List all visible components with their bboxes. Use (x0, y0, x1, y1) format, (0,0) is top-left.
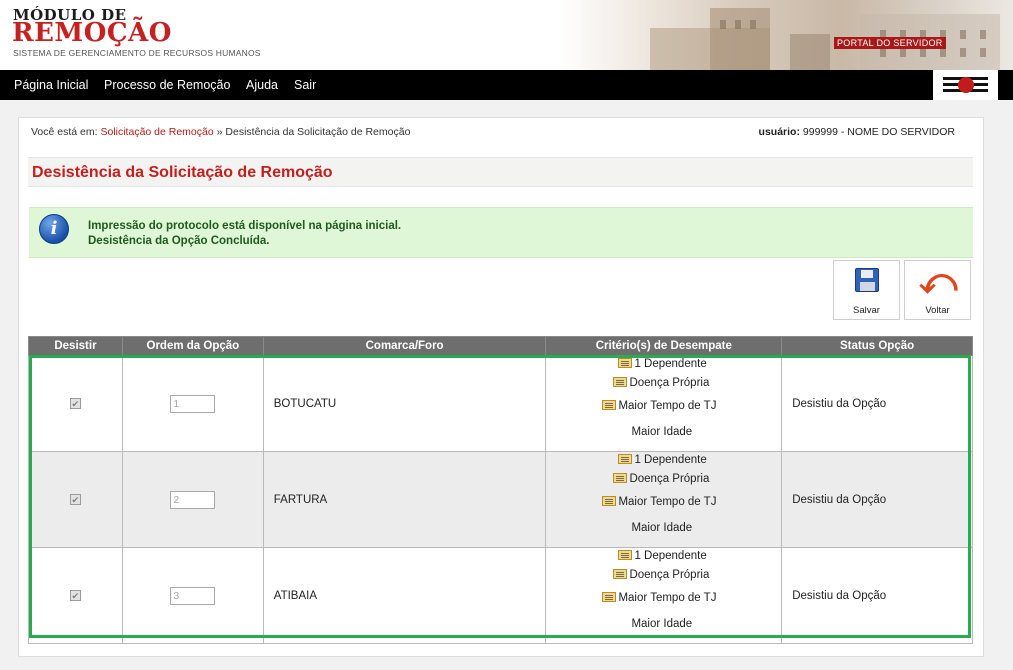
criterios-cell: 1 Dependente Doença Própria Maior Tempo … (546, 548, 781, 643)
floppy-disk-icon (855, 268, 879, 292)
desistir-checkbox[interactable]: ✔ (69, 397, 81, 409)
logo-subtitle: SISTEMA DE GERENCIAMENTO DE RECURSOS HUM… (13, 48, 261, 58)
criterion-label: Doença Própria (629, 569, 710, 581)
criterion-icon (613, 377, 628, 387)
header-comarca[interactable]: Comarca/Foro (262, 336, 547, 356)
ordem-input[interactable] (170, 586, 216, 605)
content-panel: Você está em: Solicitação de Remoção » D… (18, 117, 984, 657)
nav-ajuda[interactable]: Ajuda (246, 78, 278, 92)
options-table: Desistir Ordem da Opção Comarca/Foro Cri… (28, 336, 973, 644)
info-icon: i (39, 214, 69, 244)
criterion-label: Maior Idade (631, 618, 693, 630)
criterion-icon (602, 496, 617, 506)
header-status[interactable]: Status Opção (781, 336, 973, 356)
comarca-cell: BOTUCATU (262, 355, 547, 452)
criterios-cell: 1 Dependente Doença Própria Maior Tempo … (546, 356, 781, 451)
desistir-checkbox[interactable]: ✔ (69, 589, 81, 601)
header-desistir[interactable]: Desistir (28, 336, 123, 356)
header: MÓDULO DE REMOÇÃO SISTEMA DE GERENCIAMEN… (0, 0, 1013, 70)
message-line2: Desistência da Opção Concluída. (88, 235, 270, 247)
user-value: 999999 - NOME DO SERVIDOR (802, 126, 955, 138)
page-title: Desistência da Solicitação de Remoção (32, 164, 333, 181)
table-header-row: Desistir Ordem da Opção Comarca/Foro Cri… (28, 336, 973, 356)
user-info: usuário: 999999 - NOME DO SERVIDOR (759, 126, 955, 138)
criterion-label: Maior Tempo de TJ (618, 400, 717, 412)
criterion-label: Maior Tempo de TJ (618, 592, 717, 604)
header-building-photo (560, 0, 1013, 70)
header-ordem[interactable]: Ordem da Opção (121, 336, 264, 356)
save-label: Salvar (853, 305, 880, 316)
main-nav: Página Inicial Processo de Remoção Ajuda… (0, 70, 1013, 100)
breadcrumb-link[interactable]: Solicitação de Remoção (100, 126, 213, 138)
breadcrumb-prefix: Você está em: (31, 126, 98, 138)
nav-processo-de-remocao[interactable]: Processo de Remoção (104, 78, 230, 92)
criterion-label: 1 Dependente (634, 358, 707, 370)
status-cell: Desistiu da Opção (781, 451, 973, 548)
sp-state-logo (933, 70, 998, 100)
nav-pagina-inicial[interactable]: Página Inicial (14, 78, 88, 92)
criterion-label: 1 Dependente (634, 454, 707, 466)
nav-sair[interactable]: Sair (294, 78, 316, 92)
criterion-label: Maior Idade (631, 426, 693, 438)
back-arrow-icon: ⤺ (919, 261, 958, 302)
status-cell: Desistiu da Opção (781, 355, 973, 452)
header-criterios[interactable]: Critério(s) de Desempate (545, 336, 783, 356)
criterion-label: Maior Idade (631, 522, 693, 534)
breadcrumb-current: Desistência da Solicitação de Remoção (225, 126, 411, 138)
criterion-label: Doença Própria (629, 377, 710, 389)
table-row: ✔ ATIBAIA 1 Dependente Doença Própria Ma… (28, 547, 973, 644)
logo-line2: REMOÇÃO (12, 18, 172, 48)
criterion-icon (613, 569, 628, 579)
portal-do-servidor-link[interactable]: PORTAL DO SERVIDOR (834, 37, 946, 49)
message-line1: Impressão do protocolo está disponível n… (88, 220, 402, 232)
criterion-label: 1 Dependente (634, 550, 707, 562)
back-label: Voltar (925, 305, 950, 316)
comarca-cell: ATIBAIA (262, 547, 547, 644)
breadcrumb-separator: » (216, 126, 223, 138)
table-row: ✔ BOTUCATU 1 Dependente Doença Própria M… (28, 355, 973, 452)
criterion-icon (618, 550, 633, 560)
criterion-icon (618, 454, 633, 464)
criterion-icon (618, 358, 633, 368)
status-cell: Desistiu da Opção (781, 547, 973, 644)
ordem-input[interactable] (170, 394, 216, 413)
comarca-cell: FARTURA (262, 451, 547, 548)
user-label: usuário: (758, 126, 800, 138)
criterion-icon (602, 400, 617, 410)
save-button[interactable]: Salvar (833, 260, 900, 320)
ordem-input[interactable] (170, 490, 216, 509)
title-bar: Desistência da Solicitação de Remoção (28, 157, 973, 187)
criterios-cell: 1 Dependente Doença Própria Maior Tempo … (546, 452, 781, 547)
criterion-label: Doença Própria (629, 473, 710, 485)
success-message: i Impressão do protocolo está disponível… (29, 207, 973, 258)
desistir-checkbox[interactable]: ✔ (69, 493, 81, 505)
criterion-label: Maior Tempo de TJ (618, 496, 717, 508)
criterion-icon (613, 473, 628, 483)
criterion-icon (602, 592, 617, 602)
back-button[interactable]: ⤺ Voltar (904, 260, 971, 320)
table-row: ✔ FARTURA 1 Dependente Doença Própria Ma… (28, 451, 973, 548)
breadcrumb: Você está em: Solicitação de Remoção » D… (31, 126, 410, 138)
